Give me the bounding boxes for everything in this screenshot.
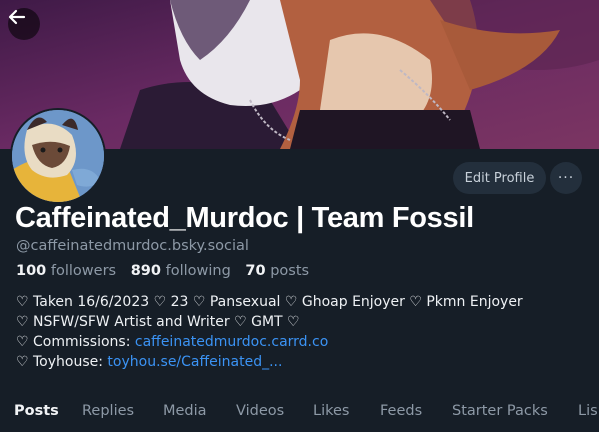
following-link[interactable]: 890 following	[131, 263, 231, 279]
bio-line-3: ♡ Commissions: caffeinatedmurdoc.carrd.c…	[16, 332, 523, 352]
arrow-left-icon	[8, 9, 26, 25]
commissions-link[interactable]: caffeinatedmurdoc.carrd.co	[135, 334, 328, 350]
posts-stat: 70 posts	[245, 263, 309, 279]
bio-commissions-label: ♡ Commissions:	[16, 334, 135, 350]
posts-count: 70	[245, 263, 266, 279]
bio-line-1: ♡ Taken 16/6/2023 ♡ 23 ♡ Pansexual ♡ Gho…	[16, 294, 523, 310]
tab-replies[interactable]: Replies	[82, 403, 134, 419]
followers-count: 100	[16, 263, 47, 279]
bio-toyhouse-label: ♡ Toyhouse:	[16, 354, 108, 370]
following-label: following	[165, 263, 231, 279]
tab-starter-packs[interactable]: Starter Packs	[452, 403, 548, 419]
bio-line-2: ♡ NSFW/SFW Artist and Writer ♡ GMT ♡	[16, 314, 300, 330]
more-options-button[interactable]: ···	[550, 162, 582, 194]
tab-posts[interactable]: Posts	[14, 403, 59, 419]
profile-tabs: Posts Replies Media Videos Likes Feeds S…	[0, 392, 599, 432]
following-count: 890	[130, 263, 161, 279]
profile-handle: @caffeinatedmurdoc.bsky.social	[16, 238, 249, 254]
tab-feeds[interactable]: Feeds	[380, 403, 422, 419]
tab-media[interactable]: Media	[163, 403, 207, 419]
tab-lists[interactable]: Lis	[578, 403, 598, 419]
followers-link[interactable]: 100 followers	[16, 263, 116, 279]
avatar-image	[12, 110, 104, 202]
posts-label: posts	[270, 263, 310, 279]
profile-stats: 100 followers 890 following 70 posts	[16, 263, 309, 279]
back-button[interactable]	[8, 8, 40, 40]
edit-profile-button[interactable]: Edit Profile	[453, 162, 546, 194]
display-name: Caffeinated_Murdoc | Team Fossil	[15, 202, 474, 234]
avatar[interactable]	[10, 108, 106, 204]
profile-bio: ♡ Taken 16/6/2023 ♡ 23 ♡ Pansexual ♡ Gho…	[16, 292, 523, 372]
toyhouse-link[interactable]: toyhou.se/Caffeinated_...	[107, 354, 282, 370]
tab-videos[interactable]: Videos	[236, 403, 284, 419]
ellipsis-icon: ···	[557, 170, 575, 186]
followers-label: followers	[50, 263, 117, 279]
bio-line-4: ♡ Toyhouse: toyhou.se/Caffeinated_...	[16, 352, 523, 372]
tab-likes[interactable]: Likes	[313, 403, 349, 419]
